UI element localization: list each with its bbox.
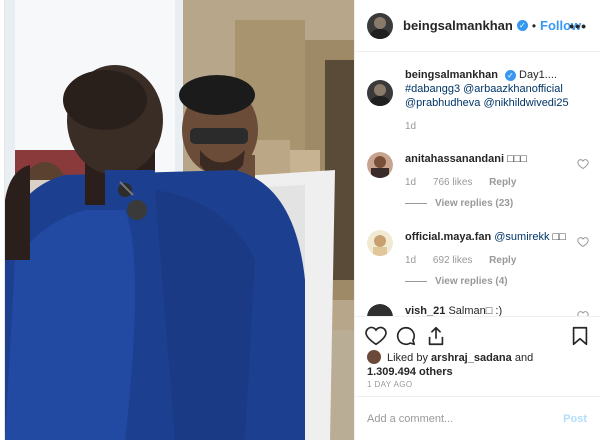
caption-mention[interactable]: @arbaazkhanofficial: [463, 83, 563, 95]
heart-icon[interactable]: [365, 325, 387, 347]
comment-username[interactable]: official.maya.fan: [405, 231, 491, 243]
comment-text: □□: [552, 231, 566, 243]
comment-input[interactable]: [367, 409, 547, 429]
comment-likes[interactable]: 692 likes: [433, 255, 472, 266]
avatar[interactable]: [367, 350, 381, 364]
post-timestamp[interactable]: 1 DAY AGO: [367, 380, 413, 389]
liked-by: Liked by arshraj_sadana and 1.309.494 ot…: [367, 350, 533, 379]
comment-text: Salman□ :): [448, 305, 503, 316]
post-button[interactable]: Post: [563, 413, 587, 425]
more-options-icon[interactable]: •••: [569, 18, 587, 34]
comment-username[interactable]: anitahassanandani: [405, 153, 504, 165]
comment-mention[interactable]: @sumirekk: [494, 231, 549, 243]
comment-time: 1d: [405, 177, 417, 188]
comment-username[interactable]: vish_21: [405, 305, 445, 316]
reply-button[interactable]: Reply: [489, 255, 516, 266]
comment-likes[interactable]: 766 likes: [433, 177, 472, 188]
comment-time: 1d: [405, 255, 417, 266]
caption-time: 1d: [405, 121, 417, 132]
comment-item: anitahassanandani □□□ 1d 766 likes Reply: [367, 152, 589, 190]
bookmark-icon[interactable]: [569, 325, 591, 347]
comment-item: official.maya.fan @sumirekk □□ 1d 692 li…: [367, 230, 589, 268]
avatar[interactable]: [367, 80, 393, 106]
verified-badge-icon: ✓: [504, 69, 516, 81]
liked-by-user[interactable]: arshraj_sadana: [431, 352, 512, 364]
post-sidebar: beingsalmankhan ✓ • Follow ••• beingsalm…: [354, 0, 600, 440]
caption-mention[interactable]: @prabhudheva: [405, 97, 480, 109]
comment-item: vish_21 Salman□ :): [367, 304, 589, 316]
comment-bubble-icon[interactable]: [395, 325, 417, 347]
avatar[interactable]: [367, 12, 393, 39]
liked-by-and: and: [514, 352, 534, 364]
reply-button[interactable]: Reply: [489, 177, 516, 188]
view-replies-button[interactable]: View replies (23): [405, 198, 513, 209]
likes-count[interactable]: 1.309.494 others: [367, 366, 453, 378]
comment-text: □□□: [507, 153, 528, 165]
caption: beingsalmankhan ✓ Day1.... #dabangg3 @ar…: [367, 68, 589, 134]
heart-icon[interactable]: [577, 236, 589, 248]
header-separator: •: [531, 18, 537, 33]
caption-username[interactable]: beingsalmankhan: [405, 69, 498, 81]
post-photo[interactable]: [4, 0, 354, 440]
heart-icon[interactable]: [577, 158, 589, 170]
caption-mention[interactable]: @nikhildwivedi25: [483, 97, 568, 109]
post-photo-image: [5, 0, 354, 440]
share-icon[interactable]: [425, 325, 447, 347]
caption-hashtag[interactable]: #dabangg3: [405, 83, 460, 95]
liked-by-prefix: Liked by: [387, 352, 428, 364]
avatar[interactable]: [367, 152, 393, 178]
caption-text: Day1....: [519, 69, 557, 81]
add-comment-bar: Post: [355, 396, 600, 440]
verified-badge-icon: ✓: [516, 20, 528, 31]
comments-list[interactable]: beingsalmankhan ✓ Day1.... #dabangg3 @ar…: [355, 52, 600, 316]
avatar[interactable]: [367, 304, 393, 316]
header-username[interactable]: beingsalmankhan: [403, 18, 513, 33]
view-replies-button[interactable]: View replies (4): [405, 276, 508, 287]
avatar[interactable]: [367, 230, 393, 256]
post-header: beingsalmankhan ✓ • Follow •••: [355, 0, 600, 52]
